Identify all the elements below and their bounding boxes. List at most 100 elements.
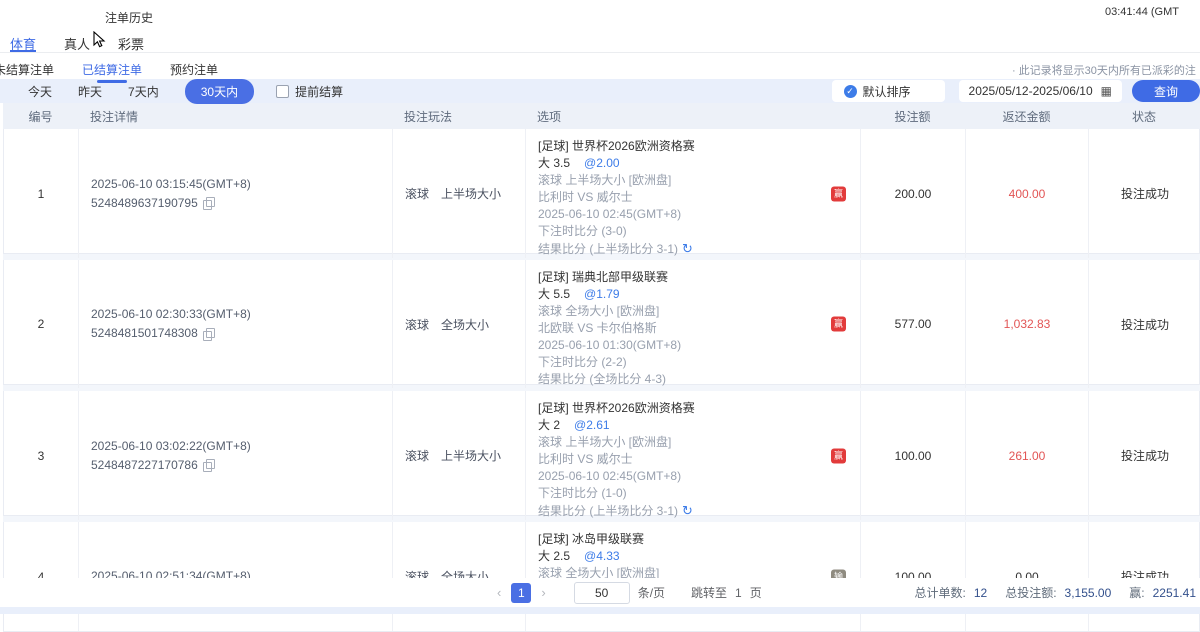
play-type-cell: 滚球 上半场大小	[393, 391, 526, 520]
jump-to-label: 跳转至	[691, 584, 727, 601]
selection-cell: [足球] 冰岛甲级联赛 大 2.5@4.33 滚球 全场大小 [欧洲盘] 富佐尼…	[526, 522, 861, 631]
payout-value: 261.00	[966, 391, 1089, 520]
match-teams: 比利时 VS 威尔士	[538, 189, 860, 206]
league-name: [足球] 世界杯2026欧洲资格赛	[538, 138, 860, 155]
order-id-line: 5248487227170786	[91, 456, 392, 475]
jump-page-value[interactable]: 1	[735, 586, 742, 600]
totals-summary: 总计单数: 12 总投注额: 3,155.00 赢: 2251.41	[915, 584, 1200, 601]
prev-page-button[interactable]: ‹	[495, 585, 503, 600]
bet-detail-cell: 2025-06-10 03:02:22(GMT+8) 5248487227170…	[79, 391, 393, 520]
subtab-unsettled[interactable]: 未结算注单	[0, 61, 54, 83]
row-number: 1	[4, 129, 79, 258]
page-unit-label: 页	[750, 584, 762, 601]
result-badge: 赢	[831, 186, 846, 201]
tab-sports[interactable]: 体育	[10, 34, 36, 52]
bet-score: 下注时比分 (2-2)	[538, 354, 860, 371]
odds-value: @2.61	[574, 418, 610, 432]
play-type-cell: 滚球 上半场大小	[393, 129, 526, 258]
play-type: 滚球	[405, 185, 429, 202]
col-header-detail: 投注详情	[78, 108, 392, 125]
early-settle-checkbox[interactable]	[276, 85, 289, 98]
col-header-play: 投注玩法	[392, 108, 525, 125]
bet-amount: 100.00	[861, 522, 966, 631]
page-size-input[interactable]	[574, 582, 630, 604]
range-7days-button[interactable]: 7天内	[128, 83, 159, 100]
next-page-button[interactable]: ›	[539, 585, 547, 600]
result-score: 结果比分 (上半场比分 3-1)	[538, 242, 678, 256]
tab-live[interactable]: 真人	[64, 34, 90, 52]
market-info: 滚球 上半场大小 [欧洲盘]	[538, 172, 860, 189]
play-name: 上半场大小	[441, 185, 501, 202]
default-sort-label: 默认排序	[863, 83, 911, 100]
selection-cell: [足球] 世界杯2026欧洲资格赛 大 3.5@2.00 滚球 上半场大小 [欧…	[526, 129, 861, 258]
subtab-reserved[interactable]: 预约注单	[170, 61, 218, 83]
mouse-cursor-icon	[92, 31, 107, 49]
result-score: 结果比分 (全场比分 4-3)	[538, 372, 666, 386]
bet-status: 投注成功	[1089, 129, 1200, 258]
play-type-cell: 滚球 全场大小	[393, 260, 526, 388]
market-info: 滚球 全场大小 [欧洲盘]	[538, 303, 860, 320]
tab-lottery[interactable]: 彩票	[118, 34, 144, 52]
range-today-button[interactable]: 今天	[28, 83, 52, 100]
bet-status: 投注成功	[1089, 260, 1200, 388]
result-line: 结果比分 (上半场比分 3-1) ↻	[538, 240, 860, 258]
col-header-selection: 选项	[525, 108, 860, 125]
bet-score: 下注时比分 (3-0)	[538, 223, 860, 240]
market-info: 滚球 上半场大小 [欧洲盘]	[538, 434, 860, 451]
current-page-button[interactable]: 1	[511, 583, 531, 603]
total-win-value: 2251.41	[1153, 586, 1196, 600]
table-row: 3 2025-06-10 03:02:22(GMT+8) 52484872271…	[3, 391, 1200, 516]
table-row: 2 2025-06-10 02:30:33(GMT+8) 52484815017…	[3, 260, 1200, 385]
note-text: 此记录将显示30天内所有已派彩的注	[1019, 65, 1196, 77]
check-circle-icon: ✓	[844, 85, 857, 98]
date-range-value: 2025/05/12-2025/06/10	[969, 84, 1093, 98]
play-type-cell: 滚球 全场大小	[393, 522, 526, 631]
result-badge: 赢	[831, 317, 846, 332]
match-time: 2025-06-10 01:30(GMT+8)	[538, 337, 860, 354]
league-name: [足球] 冰岛甲级联赛	[538, 531, 860, 548]
pick-line: 大 2.5@4.33	[538, 548, 860, 565]
bet-detail-cell: 2025-06-10 02:51:34(GMT+8)	[79, 522, 393, 631]
copy-icon[interactable]	[203, 197, 214, 209]
replay-icon[interactable]: ↻	[682, 503, 693, 518]
subtab-settled[interactable]: 已结算注单	[82, 61, 142, 83]
table-body: 1 2025-06-10 03:15:45(GMT+8) 52484896371…	[3, 129, 1200, 632]
total-win-label: 赢:	[1129, 584, 1144, 601]
odds-value: @4.33	[584, 549, 620, 563]
col-header-payout: 返还金额	[965, 108, 1088, 125]
replay-icon[interactable]: ↻	[682, 241, 693, 256]
order-id-line: 5248489637190795	[91, 194, 392, 213]
range-yesterday-button[interactable]: 昨天	[78, 83, 102, 100]
bet-time: 2025-06-10 03:02:22(GMT+8)	[91, 437, 392, 456]
pick-value: 大 2	[538, 418, 560, 432]
table-row: 1 2025-06-10 03:15:45(GMT+8) 52484896371…	[3, 129, 1200, 254]
titlebar: 注单历史 03:41:44 (GMT	[0, 0, 1200, 28]
bet-amount: 200.00	[861, 129, 966, 258]
payout-value: 400.00	[966, 129, 1089, 258]
per-page-label: 条/页	[638, 584, 665, 601]
search-button[interactable]: 查询	[1132, 80, 1200, 102]
page-title: 注单历史	[105, 9, 153, 26]
bet-time: 2025-06-10 02:30:33(GMT+8)	[91, 305, 392, 324]
league-name: [足球] 瑞典北部甲级联赛	[538, 269, 860, 286]
order-id: 5248487227170786	[91, 456, 198, 475]
bet-history-table: 编号 投注详情 投注玩法 选项 投注额 返还金额 状态 1 2025-06-10…	[3, 103, 1200, 632]
copy-icon[interactable]	[203, 459, 214, 471]
match-teams: 北欧联 VS 卡尔伯格斯	[538, 320, 860, 337]
date-range-picker[interactable]: 2025/05/12-2025/06/10 ▦	[959, 80, 1122, 102]
total-count-value: 12	[974, 586, 987, 600]
col-header-status: 状态	[1088, 108, 1200, 125]
payout-value: 1,032.83	[966, 260, 1089, 388]
selection-cell: [足球] 世界杯2026欧洲资格赛 大 2@2.61 滚球 上半场大小 [欧洲盘…	[526, 391, 861, 520]
bottom-strip	[0, 607, 1200, 614]
bet-amount: 577.00	[861, 260, 966, 388]
default-sort-button[interactable]: ✓ 默认排序	[832, 80, 945, 102]
copy-icon[interactable]	[203, 328, 214, 340]
col-header-amount: 投注额	[860, 108, 965, 125]
row-number: 2	[4, 260, 79, 388]
early-settle-checkbox-group[interactable]: 提前结算	[276, 83, 343, 100]
early-settle-label: 提前结算	[295, 83, 343, 100]
selection-cell: [足球] 瑞典北部甲级联赛 大 5.5@1.79 滚球 全场大小 [欧洲盘] 北…	[526, 260, 861, 388]
order-id-line: 5248481501748308	[91, 324, 392, 343]
server-clock: 03:41:44 (GMT	[1105, 6, 1179, 18]
